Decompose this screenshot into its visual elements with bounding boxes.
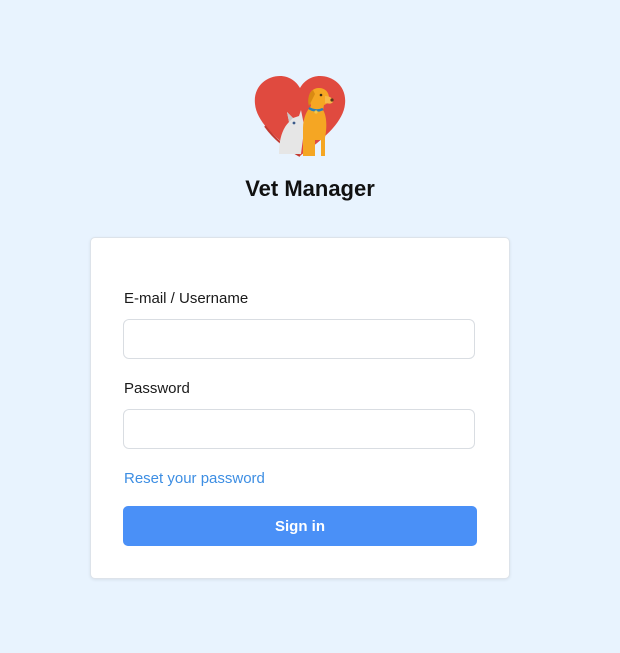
username-label: E-mail / Username [124, 290, 249, 307]
password-input[interactable] [123, 409, 475, 449]
password-label: Password [124, 380, 190, 397]
app-logo [253, 76, 347, 158]
app-title: Vet Manager [245, 176, 375, 201]
username-input[interactable] [123, 319, 475, 359]
sign-in-button[interactable]: Sign in [123, 506, 477, 546]
reset-password-link[interactable]: Reset your password [124, 469, 265, 489]
heart-dog-cat-logo-icon [254, 76, 346, 157]
login-card: E-mail / Username Password Reset your pa… [90, 237, 510, 579]
